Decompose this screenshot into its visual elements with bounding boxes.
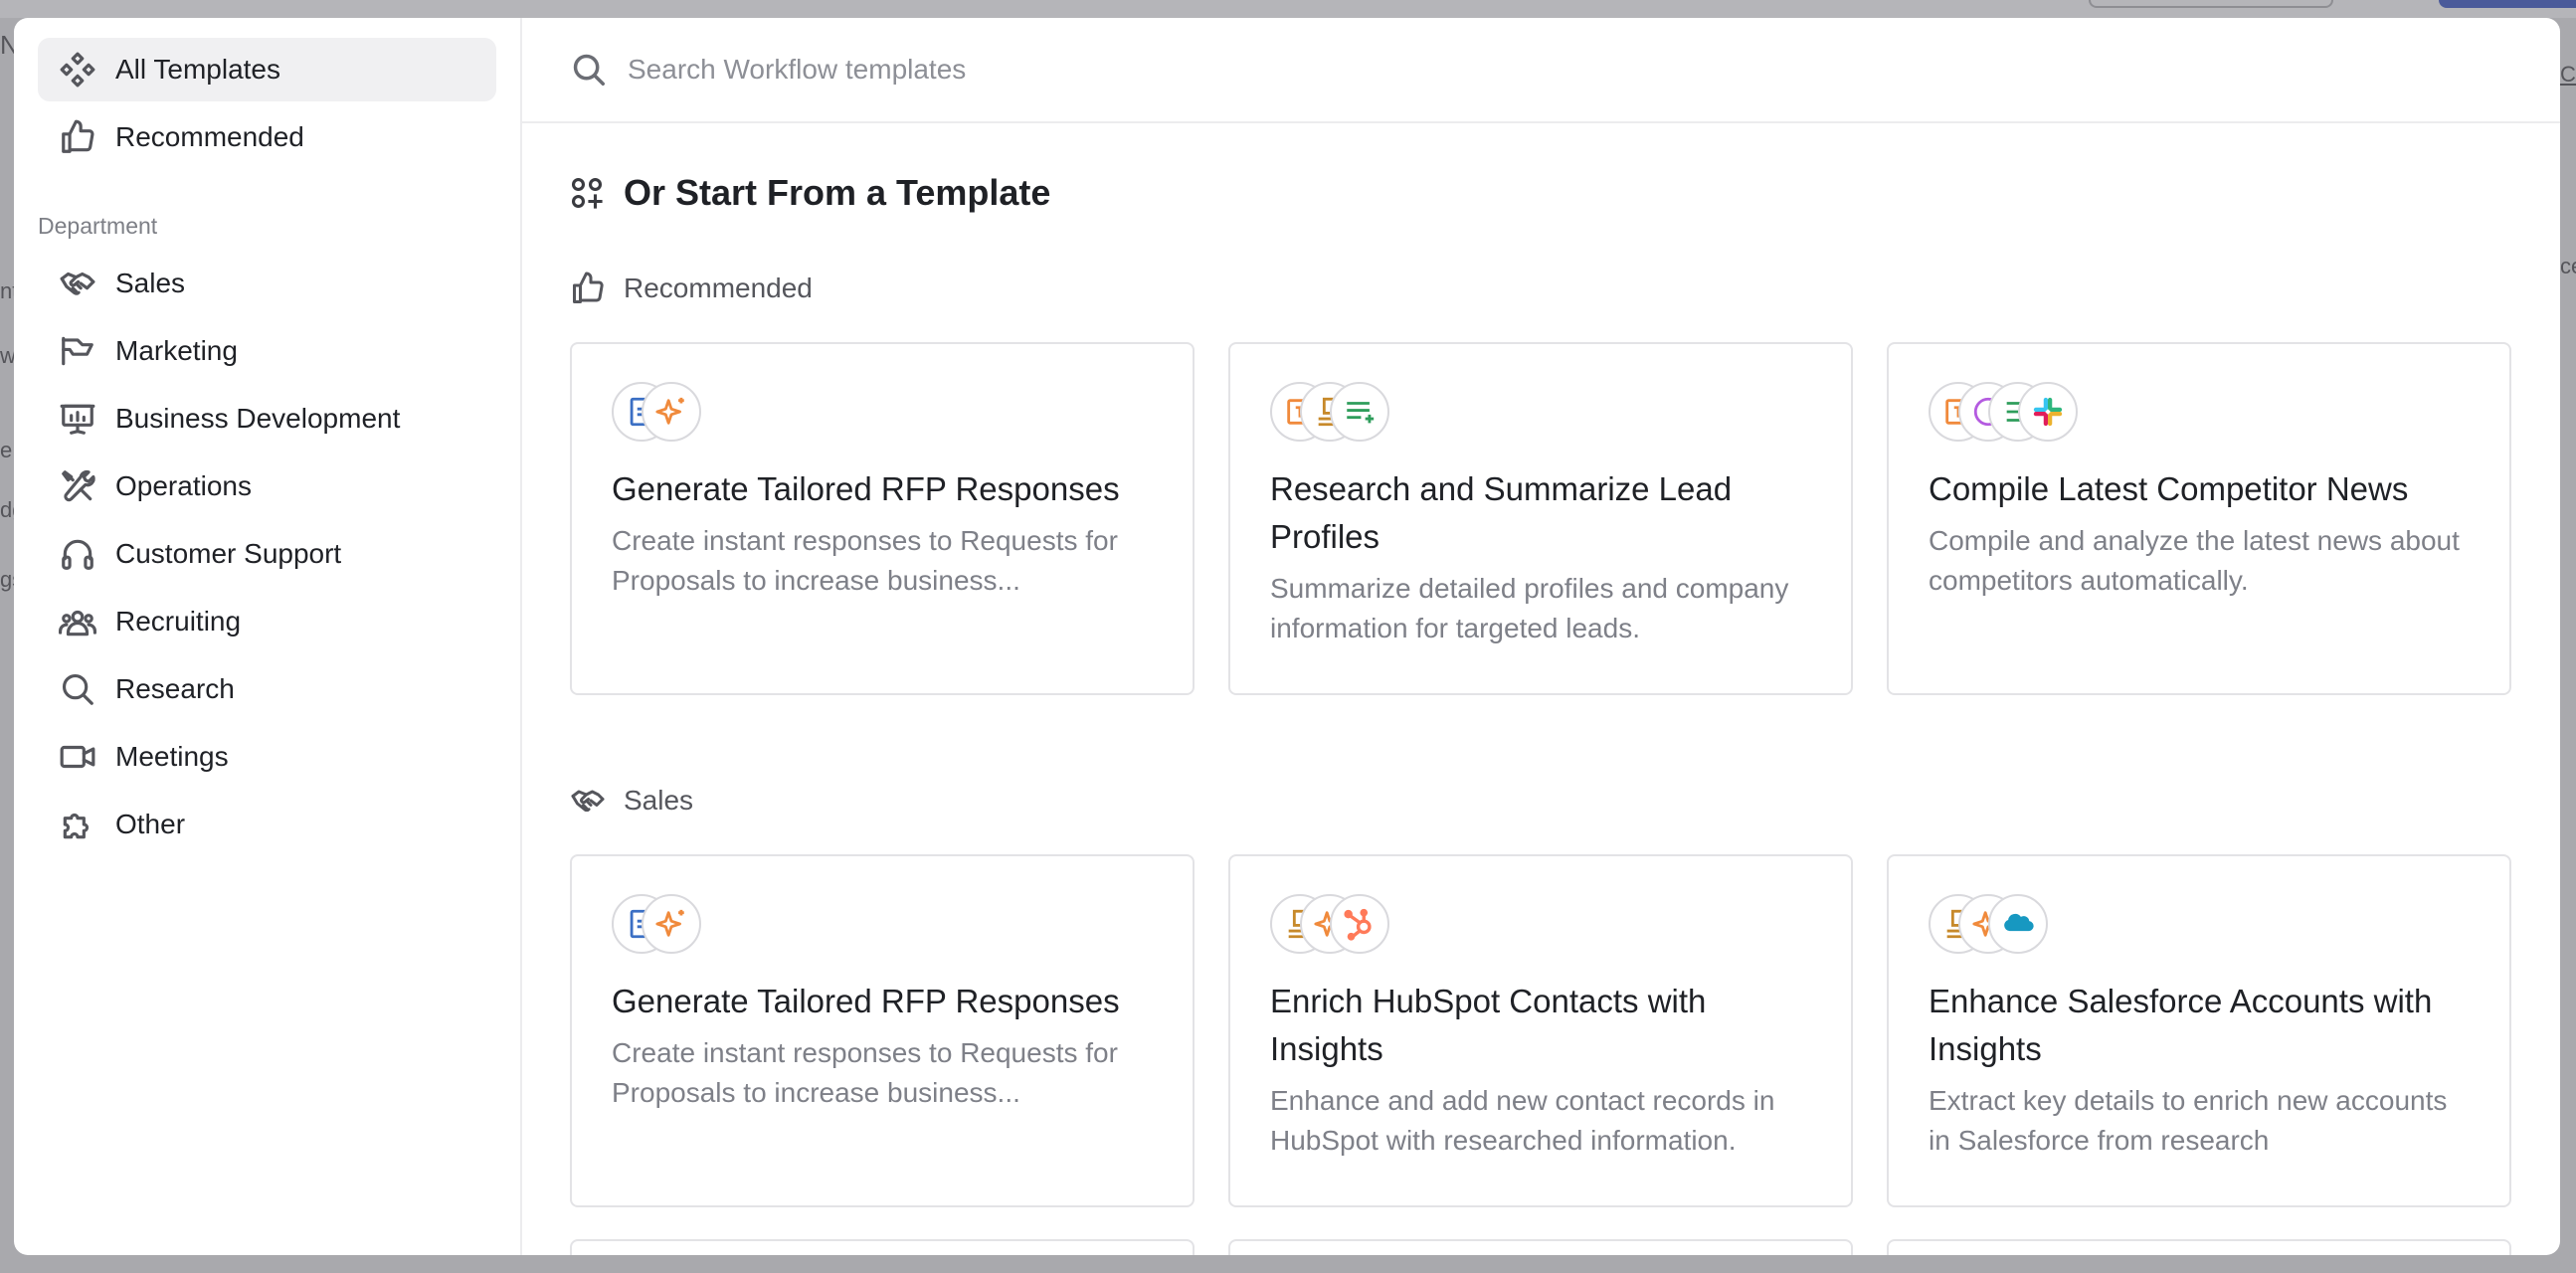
card-title: Enhance Salesforce Accounts with Insight… xyxy=(1929,983,2433,1067)
template-card[interactable] xyxy=(1887,1239,2511,1255)
sidebar-item-label: Operations xyxy=(115,470,252,501)
card-description: Summarize detailed profiles and company … xyxy=(1270,573,1789,643)
sparkle-icon xyxy=(642,382,701,442)
card-title: Generate Tailored RFP Responses xyxy=(612,983,1120,1019)
template-sidebar: All Templates Recommended Department Sal… xyxy=(14,18,522,1255)
card-title: Compile Latest Competitor News xyxy=(1929,470,2409,507)
app-icon-stack xyxy=(612,894,1155,958)
section-heading-recommended: Recommended xyxy=(570,269,2512,308)
sidebar-item-label: All Templates xyxy=(115,54,281,85)
hubspot-icon xyxy=(1330,894,1389,954)
sidebar-item-label: Marketing xyxy=(115,335,238,366)
tools-icon xyxy=(58,466,97,506)
salesforce-icon xyxy=(1988,894,2048,954)
sidebar-item-label: Research xyxy=(115,673,235,704)
search-icon xyxy=(58,669,97,709)
sidebar-item-label: Meetings xyxy=(115,741,229,772)
slack-icon xyxy=(2018,382,2078,442)
template-card[interactable] xyxy=(570,1239,1195,1255)
sidebar-item-other[interactable]: Other xyxy=(38,793,496,856)
card-description: Create instant responses to Requests for… xyxy=(612,1037,1118,1108)
sidebar-item-meetings[interactable]: Meetings xyxy=(38,725,496,789)
app-icon-stack xyxy=(1929,894,2472,958)
handshake-icon xyxy=(571,790,605,813)
app-icon-stack xyxy=(1270,382,1813,446)
template-card[interactable] xyxy=(1228,1239,1853,1255)
backdrop-text: Cr xyxy=(2560,62,2576,87)
sidebar-item-recommended[interactable]: Recommended xyxy=(38,105,496,169)
headphones-icon xyxy=(58,534,97,574)
backdrop-text: ce xyxy=(2560,254,2576,278)
video-icon xyxy=(58,737,97,777)
template-main: Or Start From a Template Recommended Gen… xyxy=(522,18,2560,1255)
section-heading-text: Sales xyxy=(624,785,694,816)
sparkle-icon xyxy=(642,894,701,954)
sidebar-item-label: Customer Support xyxy=(115,538,342,569)
page-title-text: Or Start From a Template xyxy=(624,172,1051,213)
card-title: Research and Summarize Lead Profiles xyxy=(1270,470,1733,555)
backdrop-button-outline xyxy=(2089,0,2333,8)
templates-icon xyxy=(58,50,97,90)
sidebar-item-all-templates[interactable]: All Templates xyxy=(38,38,496,101)
card-title: Enrich HubSpot Contacts with Insights xyxy=(1270,983,1707,1067)
search-input[interactable] xyxy=(628,54,1821,86)
template-card[interactable]: Compile Latest Competitor News Compile a… xyxy=(1887,342,2511,695)
list-add-icon xyxy=(1330,382,1389,442)
sidebar-item-label: Sales xyxy=(115,268,186,298)
app-icon-stack xyxy=(1270,894,1813,958)
people-icon xyxy=(58,602,97,641)
thumbs-up-icon xyxy=(573,272,604,303)
sidebar-item-marketing[interactable]: Marketing xyxy=(38,319,496,383)
card-description: Enhance and add new contact records in H… xyxy=(1270,1085,1775,1156)
sidebar-item-sales[interactable]: Sales xyxy=(38,252,496,315)
sidebar-item-customer-support[interactable]: Customer Support xyxy=(38,522,496,586)
template-grid-icon xyxy=(571,177,603,209)
sidebar-item-business-development[interactable]: Business Development xyxy=(38,387,496,451)
app-icon-stack xyxy=(612,382,1155,446)
app-icon-stack xyxy=(1929,382,2472,446)
megaphone-icon xyxy=(58,331,97,371)
sidebar-item-label: Other xyxy=(115,809,186,839)
backdrop-text: e xyxy=(0,438,13,462)
card-description: Compile and analyze the latest news abou… xyxy=(1929,525,2460,596)
section-heading-sales: Sales xyxy=(570,781,2512,820)
sidebar-item-label: Recommended xyxy=(115,121,304,152)
card-title: Generate Tailored RFP Responses xyxy=(612,470,1120,507)
template-card[interactable]: Enhance Salesforce Accounts with Insight… xyxy=(1887,854,2511,1207)
card-description: Create instant responses to Requests for… xyxy=(612,525,1118,596)
handshake-icon xyxy=(58,264,97,303)
template-picker-modal: All Templates Recommended Department Sal… xyxy=(14,18,2560,1255)
search-bar xyxy=(522,18,2560,123)
search-icon xyxy=(573,54,605,86)
template-content: Or Start From a Template Recommended Gen… xyxy=(522,123,2560,1255)
template-card[interactable]: Research and Summarize Lead Profiles Sum… xyxy=(1228,342,1853,695)
sidebar-item-operations[interactable]: Operations xyxy=(38,455,496,518)
presentation-icon xyxy=(58,399,97,439)
card-row-partial xyxy=(570,1239,2512,1255)
sidebar-section-label: Department xyxy=(38,213,158,239)
card-row-sales: Generate Tailored RFP Responses Create i… xyxy=(570,854,2512,1207)
card-description: Extract key details to enrich new accoun… xyxy=(1929,1085,2448,1156)
puzzle-icon xyxy=(58,805,97,844)
card-row-recommended: Generate Tailored RFP Responses Create i… xyxy=(570,342,2512,695)
sidebar-item-label: Recruiting xyxy=(115,606,242,636)
sidebar-item-recruiting[interactable]: Recruiting xyxy=(38,590,496,653)
section-heading-text: Recommended xyxy=(624,273,813,303)
backdrop-button-primary xyxy=(2439,0,2576,8)
template-card[interactable]: Generate Tailored RFP Responses Create i… xyxy=(570,342,1195,695)
template-card[interactable]: Generate Tailored RFP Responses Create i… xyxy=(570,854,1195,1207)
page-title: Or Start From a Template xyxy=(570,161,2512,225)
sidebar-item-label: Business Development xyxy=(115,403,401,434)
template-card[interactable]: Enrich HubSpot Contacts with Insights En… xyxy=(1228,854,1853,1207)
thumbs-up-icon xyxy=(58,117,97,157)
sidebar-item-research[interactable]: Research xyxy=(38,657,496,721)
